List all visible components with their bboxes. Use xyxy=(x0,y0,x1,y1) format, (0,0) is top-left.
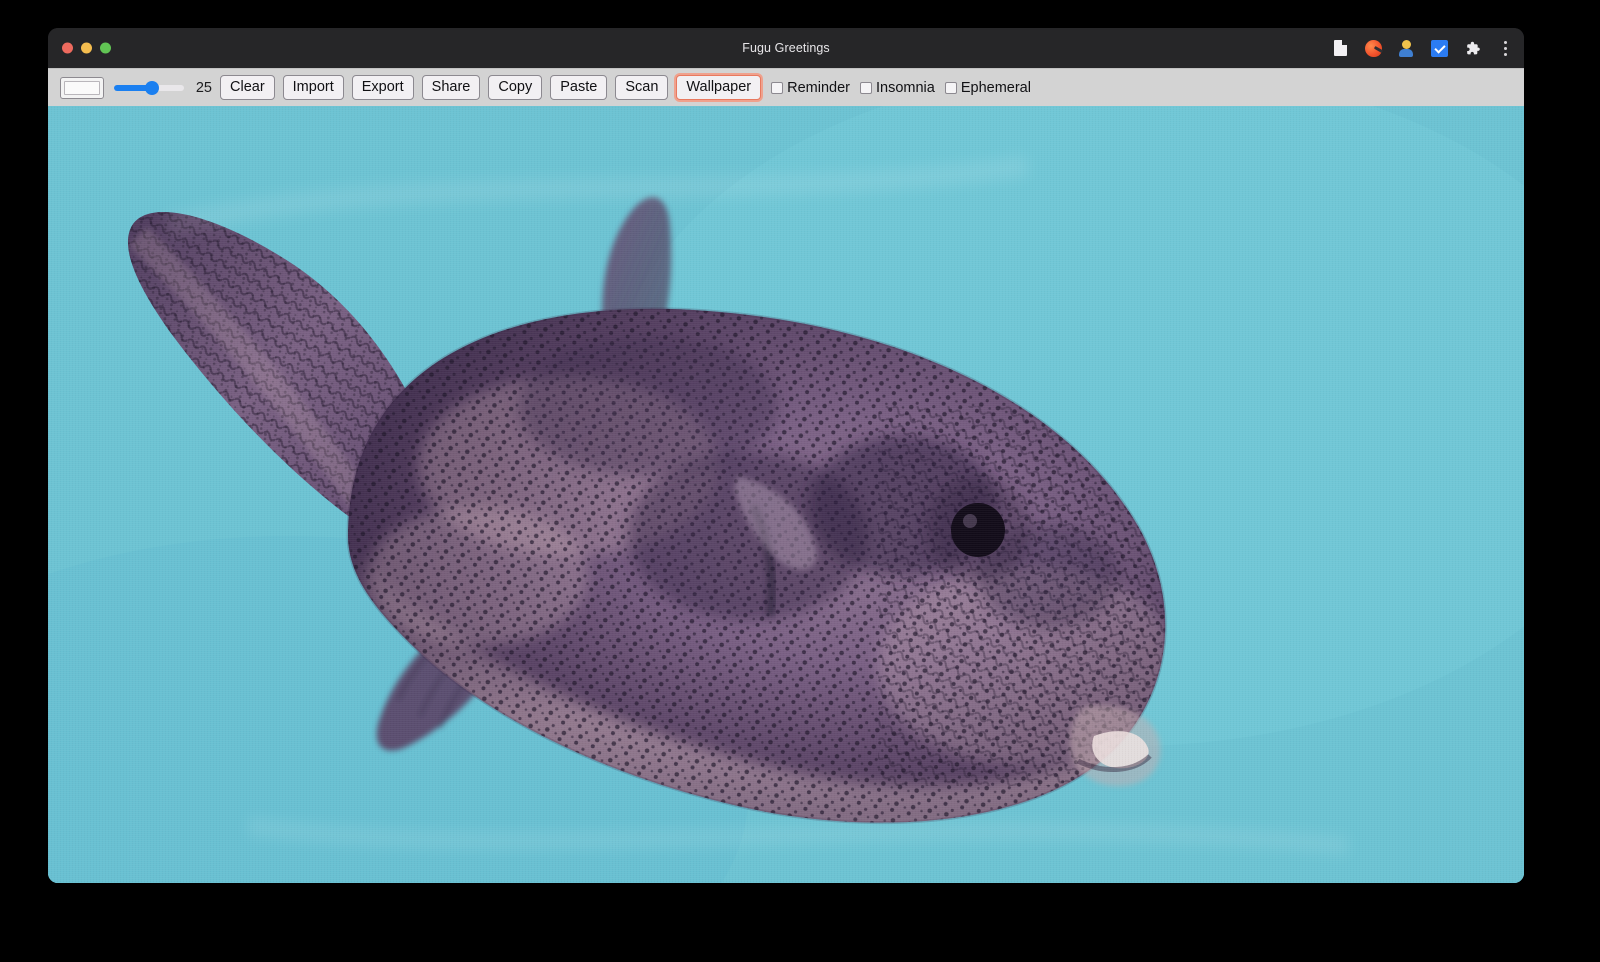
import-button[interactable]: Import xyxy=(283,75,344,100)
ephemeral-checkbox-label: Ephemeral xyxy=(961,80,1031,96)
three-dot-menu-icon[interactable] xyxy=(1496,37,1514,59)
reminder-checkbox[interactable]: Reminder xyxy=(771,80,850,96)
maximize-window-button[interactable] xyxy=(100,43,111,54)
scan-button[interactable]: Scan xyxy=(615,75,668,100)
pufferfish-photo xyxy=(48,106,1524,883)
palette-extension-icon[interactable] xyxy=(1362,37,1384,59)
ephemeral-checkbox[interactable]: Ephemeral xyxy=(945,80,1031,96)
export-button[interactable]: Export xyxy=(352,75,414,100)
blue-check-extension-icon[interactable] xyxy=(1428,37,1450,59)
traffic-light-buttons xyxy=(62,43,111,54)
slider-value-label: 25 xyxy=(192,80,212,96)
reminder-checkbox-label: Reminder xyxy=(787,80,850,96)
pufferfish-illustration xyxy=(48,106,1524,883)
insomnia-checkbox-label: Insomnia xyxy=(876,80,935,96)
reminder-checkbox-box[interactable] xyxy=(771,82,783,94)
window-title: Fugu Greetings xyxy=(48,41,1524,55)
drawing-canvas[interactable] xyxy=(48,106,1524,883)
app-toolbar: 25 Clear Import Export Share Copy Paste … xyxy=(48,68,1524,106)
share-button[interactable]: Share xyxy=(422,75,481,100)
titlebar-actions xyxy=(1329,37,1514,59)
puzzle-piece-icon[interactable] xyxy=(1461,37,1483,59)
browser-window: Fugu Greetings xyxy=(48,28,1524,883)
wallpaper-button[interactable]: Wallpaper xyxy=(676,75,761,100)
page-document-icon[interactable] xyxy=(1329,37,1351,59)
copy-button[interactable]: Copy xyxy=(488,75,542,100)
title-bar: Fugu Greetings xyxy=(48,28,1524,68)
ephemeral-checkbox-box[interactable] xyxy=(945,82,957,94)
color-picker-swatch xyxy=(64,81,100,95)
person-profile-icon[interactable] xyxy=(1395,37,1417,59)
slider-thumb[interactable] xyxy=(145,81,159,95)
desktop-backdrop: Fugu Greetings xyxy=(0,0,1600,962)
close-window-button[interactable] xyxy=(62,43,73,54)
pen-size-slider[interactable] xyxy=(114,78,184,98)
insomnia-checkbox[interactable]: Insomnia xyxy=(860,80,935,96)
paste-button[interactable]: Paste xyxy=(550,75,607,100)
minimize-window-button[interactable] xyxy=(81,43,92,54)
clear-button[interactable]: Clear xyxy=(220,75,275,100)
color-picker[interactable] xyxy=(60,77,104,99)
insomnia-checkbox-box[interactable] xyxy=(860,82,872,94)
